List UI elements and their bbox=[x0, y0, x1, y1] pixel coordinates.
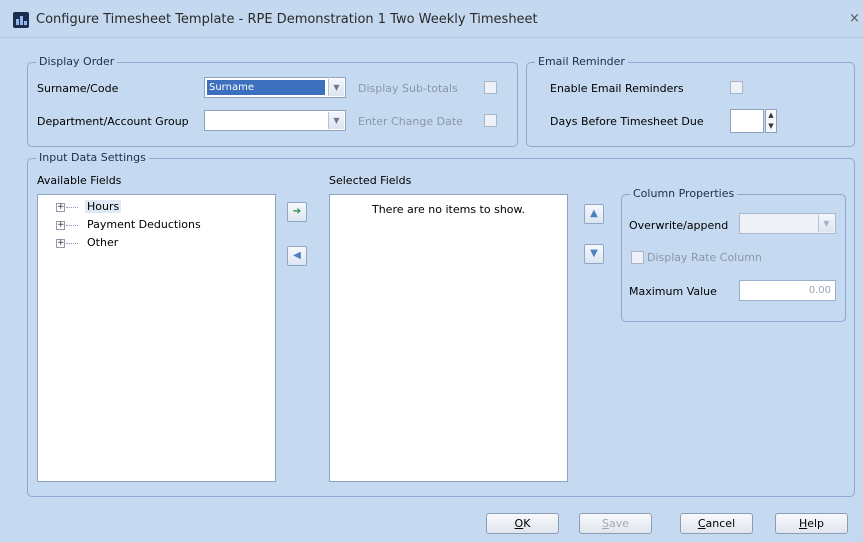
plus-expand-icon[interactable]: + bbox=[56, 239, 65, 248]
app-logo-icon bbox=[13, 12, 29, 28]
tree-item-payment-deductions-label: Payment Deductions bbox=[87, 218, 201, 231]
column-properties-legend: Column Properties bbox=[630, 187, 738, 200]
save-label: ave bbox=[608, 517, 629, 530]
display-rate-column-label: Display Rate Column bbox=[647, 251, 762, 264]
window-title: Configure Timesheet Template - RPE Demon… bbox=[36, 12, 538, 27]
ok-accelerator: O bbox=[514, 517, 524, 530]
display-rate-column-checkbox[interactable] bbox=[631, 251, 644, 264]
plus-expand-icon[interactable]: + bbox=[56, 221, 65, 230]
ok-button[interactable]: OK bbox=[486, 513, 559, 534]
display-order-group: Display Order bbox=[27, 55, 518, 147]
selected-fields-label: Selected Fields bbox=[329, 174, 412, 187]
ok-label: K bbox=[523, 517, 531, 530]
cancel-label: ancel bbox=[705, 517, 736, 530]
maximum-value-label: Maximum Value bbox=[629, 285, 717, 298]
display-order-legend: Display Order bbox=[36, 55, 118, 68]
maximum-value-input[interactable]: 0.00 bbox=[739, 280, 836, 301]
days-before-due-spinner[interactable]: ▲ ▼ bbox=[730, 109, 777, 133]
arrow-right-icon: ➔ bbox=[292, 206, 302, 217]
overwrite-append-combo[interactable]: ▼ bbox=[739, 213, 836, 234]
available-fields-label: Available Fields bbox=[37, 174, 122, 187]
arrow-left-icon: ◀ bbox=[293, 250, 301, 261]
plus-expand-icon[interactable]: + bbox=[56, 203, 65, 212]
move-down-button[interactable]: ▼ bbox=[584, 244, 604, 264]
display-subtotals-checkbox[interactable] bbox=[484, 81, 497, 94]
enter-change-date-checkbox[interactable] bbox=[484, 114, 497, 127]
empty-list-message: There are no items to show. bbox=[371, 203, 526, 216]
enable-email-reminders-checkbox[interactable] bbox=[730, 81, 743, 94]
selected-fields-list[interactable]: There are no items to show. bbox=[329, 194, 568, 482]
department-account-group-combo[interactable]: ▼ bbox=[204, 110, 346, 131]
chevron-down-icon[interactable]: ▼ bbox=[818, 215, 834, 232]
surname-code-value: Surname bbox=[207, 80, 325, 95]
email-reminder-group: Email Reminder bbox=[526, 55, 855, 147]
dialog-window: Configure Timesheet Template - RPE Demon… bbox=[0, 0, 863, 542]
enter-change-date-label: Enter Change Date bbox=[358, 115, 463, 128]
overwrite-append-label: Overwrite/append bbox=[629, 219, 729, 232]
chevron-down-icon[interactable]: ▼ bbox=[328, 112, 344, 129]
input-data-settings-legend: Input Data Settings bbox=[36, 151, 149, 164]
surname-code-combo[interactable]: Surname ▼ bbox=[204, 77, 346, 98]
display-subtotals-label: Display Sub-totals bbox=[358, 82, 458, 95]
available-fields-tree[interactable]: + Hours + Payment Deductions + Other bbox=[37, 194, 276, 482]
cancel-accelerator: C bbox=[697, 517, 706, 530]
enable-email-reminders-label: Enable Email Reminders bbox=[550, 82, 684, 95]
move-up-button[interactable]: ▲ bbox=[584, 204, 604, 224]
arrow-down-icon: ▼ bbox=[590, 248, 598, 259]
close-icon[interactable]: × bbox=[849, 11, 860, 26]
help-accelerator: H bbox=[798, 517, 808, 530]
spinner-buttons[interactable]: ▲ ▼ bbox=[765, 109, 777, 133]
email-reminder-legend: Email Reminder bbox=[535, 55, 628, 68]
tree-item-hours-label: Hours bbox=[85, 200, 122, 213]
title-bar[interactable]: Configure Timesheet Template - RPE Demon… bbox=[0, 0, 863, 38]
department-account-group-label: Department/Account Group bbox=[37, 115, 189, 128]
help-button[interactable]: Help bbox=[775, 513, 848, 534]
tree-item-other-label: Other bbox=[87, 236, 119, 249]
help-label: elp bbox=[807, 517, 825, 530]
surname-code-label: Surname/Code bbox=[37, 82, 119, 95]
save-accelerator: S bbox=[601, 517, 609, 530]
cancel-button[interactable]: Cancel bbox=[680, 513, 753, 534]
arrow-up-icon: ▲ bbox=[590, 208, 598, 219]
days-before-due-label: Days Before Timesheet Due bbox=[550, 115, 704, 128]
save-button[interactable]: Save bbox=[579, 513, 652, 534]
remove-field-button[interactable]: ◀ bbox=[287, 246, 307, 266]
add-field-button[interactable]: ➔ bbox=[287, 202, 307, 222]
chevron-down-icon[interactable]: ▼ bbox=[328, 79, 344, 96]
